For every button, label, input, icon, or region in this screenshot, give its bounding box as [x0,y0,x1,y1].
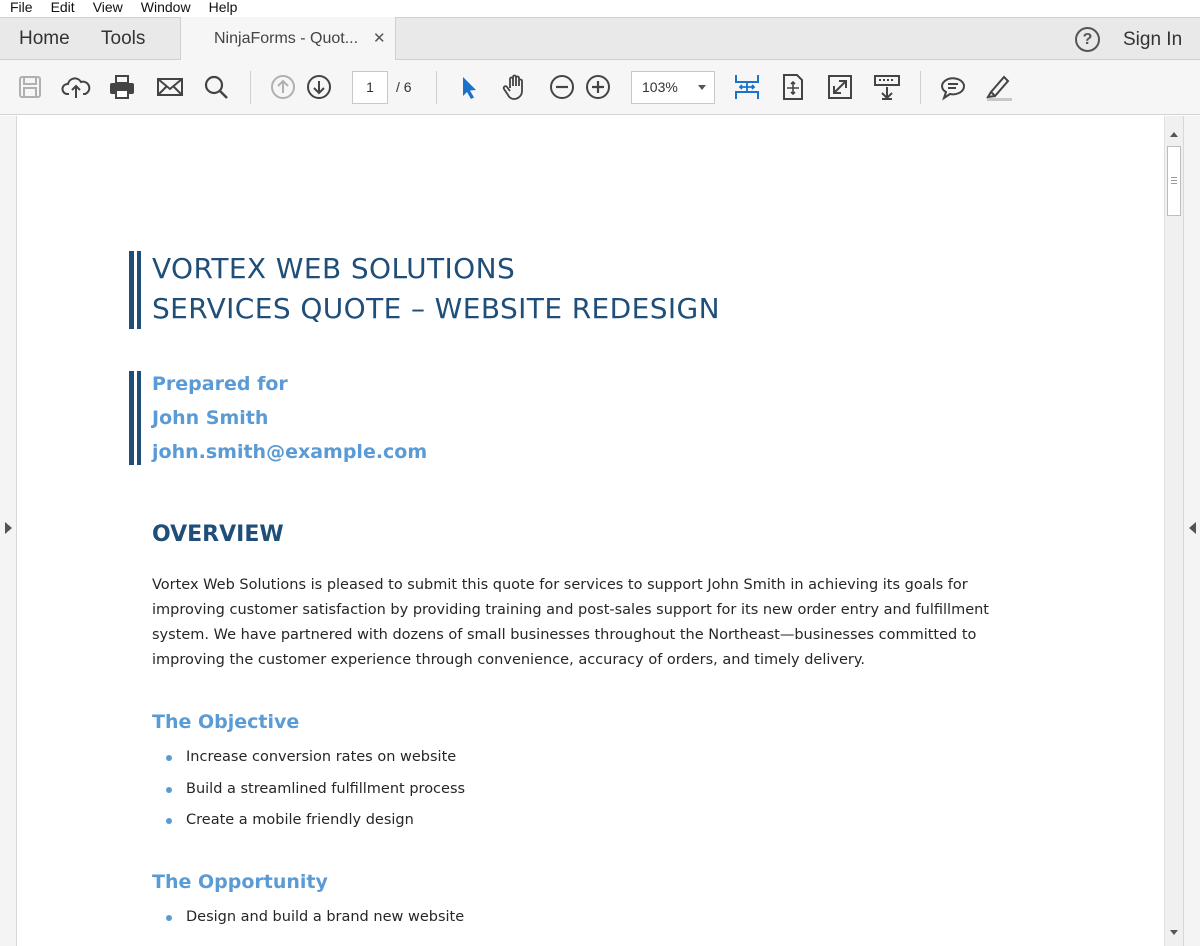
page-number-input[interactable]: 1 [352,71,388,104]
document-title: VORTEX WEB SOLUTIONS [152,252,516,285]
client-name: John Smith [152,407,269,429]
page-total: / 6 [396,79,412,95]
tab-home[interactable]: Home [19,18,70,60]
scroll-down-icon[interactable] [1170,930,1178,935]
prepared-accent-bar [137,371,141,465]
list-item: Create a mobile friendly design [186,812,414,828]
list-item: Design and build a brand new website [186,909,465,925]
grip-line [1171,183,1177,184]
prepared-for-label: Prepared for [152,373,288,395]
scroll-up-icon[interactable] [1170,132,1178,137]
opportunity-heading: The Opportunity [152,871,328,893]
help-icon[interactable]: ? [1075,27,1100,52]
highlight-icon[interactable] [984,72,1014,102]
bullet-icon [166,787,172,793]
menu-file[interactable]: File [0,0,41,17]
overview-heading: OVERVIEW [152,522,284,547]
upload-cloud-icon[interactable] [61,72,91,102]
overview-paragraph: Vortex Web Solutions is pleased to submi… [152,577,989,668]
left-panel-toggle[interactable] [0,116,17,946]
previous-page-icon[interactable] [268,72,298,102]
list-item: Increase conversion rates on website [186,749,457,765]
toolbar-divider [250,71,251,104]
comment-icon[interactable] [938,72,968,102]
menu-bar: File Edit View Window Help [0,0,1200,17]
chevron-left-icon [1189,522,1196,534]
list-item: Build a streamlined fulfillment process [186,781,466,797]
zoom-select[interactable]: 103% [631,71,715,104]
document-tab-title: NinjaForms - Quot... [214,30,359,47]
full-screen-icon[interactable] [825,72,855,102]
bullet-icon [166,755,172,761]
title-accent-bar [129,251,134,329]
print-icon[interactable] [107,72,137,102]
close-tab-icon[interactable]: ✕ [373,17,386,60]
bullet-icon [166,818,172,824]
toolbar-divider [436,71,437,104]
chevron-down-icon [698,85,706,90]
tab-tools[interactable]: Tools [101,18,145,60]
prepared-accent-bar [129,371,134,465]
tab-document[interactable]: NinjaForms - Quot... ✕ [180,17,396,61]
fit-page-icon[interactable] [778,72,808,102]
client-email: john.smith@example.com [152,441,428,463]
menu-edit[interactable]: Edit [41,0,83,17]
search-icon[interactable] [201,72,231,102]
menu-window[interactable]: Window [131,0,199,17]
fit-width-icon[interactable] [732,72,762,102]
save-icon[interactable] [15,72,45,102]
toolbar-divider [920,71,921,104]
vertical-scrollbar[interactable] [1164,116,1183,946]
select-cursor-icon[interactable] [454,72,484,102]
scroll-thumb[interactable] [1167,146,1181,216]
toolbar: 1 / 6 103% [0,60,1200,115]
menu-view[interactable]: View [83,0,131,17]
document-subtitle: SERVICES QUOTE – WEBSITE REDESIGN [152,292,720,325]
read-mode-icon[interactable] [872,72,902,102]
title-accent-bar [137,251,141,329]
objective-heading: The Objective [152,711,300,733]
hand-tool-icon[interactable] [500,72,530,102]
grip-line [1171,180,1177,181]
grip-line [1171,177,1177,178]
pdf-page: VORTEX WEB SOLUTIONS SERVICES QUOTE – WE… [18,116,1164,946]
next-page-icon[interactable] [304,72,334,102]
tab-bar: Home Tools NinjaForms - Quot... ✕ ? Sign… [0,17,1200,61]
right-panel-toggle[interactable] [1183,116,1200,946]
email-icon[interactable] [155,72,185,102]
menu-help[interactable]: Help [199,0,246,17]
zoom-out-icon[interactable] [547,72,577,102]
sign-in-button[interactable]: Sign In [1123,18,1182,61]
document-viewer: VORTEX WEB SOLUTIONS SERVICES QUOTE – WE… [0,116,1200,946]
zoom-in-icon[interactable] [583,72,613,102]
bullet-icon [166,915,172,921]
zoom-value: 103% [642,79,678,95]
chevron-right-icon [5,522,12,534]
